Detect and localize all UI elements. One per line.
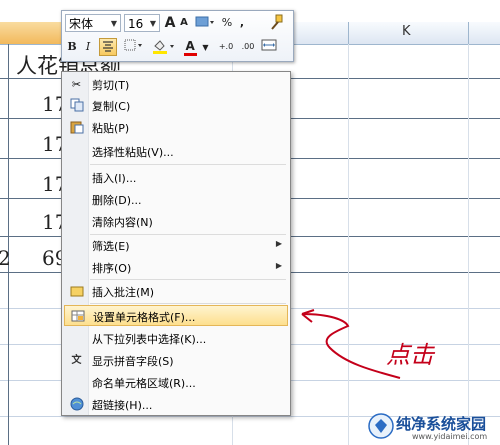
chevron-down-icon: ▼ [110,19,117,28]
comment-icon [69,284,84,299]
menu-separator [90,164,286,165]
menu-item-define-name[interactable]: 命名单元格区域(R)... [64,372,288,393]
menu-item-clear-contents[interactable]: 清除内容(N) [64,211,288,232]
format-cells-icon [70,309,85,324]
comma-icon: , [239,16,245,29]
watermark-text: 纯净系统家园 [396,415,487,433]
chevron-down-icon: ▼ [149,19,156,28]
merge-center-button[interactable] [260,38,278,56]
font-color-icon: A [183,39,197,56]
watermark-logo [368,413,394,439]
cell-styles-button[interactable] [193,14,217,32]
menu-item-label: 插入(I)... [92,172,137,185]
font-name-value: 宋体 [69,17,94,31]
menu-item-label: 筛选(E) [92,240,130,253]
font-color-button[interactable]: A ▼ [182,38,210,56]
menu-separator [90,279,286,280]
submenu-arrow-icon: ▶ [275,261,282,270]
menu-item-insert[interactable]: 插入(I)... [64,167,288,188]
format-painter-button[interactable] [266,14,286,32]
menu-item-label: 设置单元格格式(F)... [93,311,196,324]
menu-item-label: 删除(D)... [92,194,142,207]
menu-item-label: 粘贴(P) [92,122,130,135]
menu-item-sort[interactable]: 排序(O) ▶ [64,257,288,278]
fill-color-button[interactable] [150,38,178,56]
menu-item-label: 复制(C) [92,100,131,113]
selected-column-header[interactable] [0,22,65,44]
grow-font-button[interactable]: A [163,14,177,32]
increase-decimal-icon: +.0 [218,42,234,51]
context-menu: ✂ 剪切(T) 复制(C) 粘贴(P) 选择性粘贴(V)... 插入(I)...… [61,71,291,416]
font-size-select[interactable]: 16 ▼ [124,14,160,32]
shrink-font-button[interactable]: A [178,14,190,32]
menu-item-delete[interactable]: 删除(D)... [64,189,288,210]
menu-item-pick-from-list[interactable]: 从下拉列表中选择(K)... [64,328,288,349]
menu-item-insert-comment[interactable]: 插入批注(M) [64,281,288,302]
bold-icon: B [67,40,77,53]
submenu-arrow-icon: ▶ [275,239,282,248]
menu-item-paste[interactable]: 粘贴(P) [64,117,288,138]
menu-item-paste-special[interactable]: 选择性粘贴(V)... [64,141,288,162]
menu-item-label: 插入批注(M) [92,286,155,299]
cell-styles-icon [195,16,214,27]
menu-item-label: 超链接(H)... [92,399,153,412]
menu-item-label: 排序(O) [92,262,132,275]
align-center-icon [103,41,113,52]
menu-item-show-pinyin[interactable]: 文 显示拼音字段(S) [64,350,288,371]
font-name-select[interactable]: 宋体 ▼ [65,14,121,32]
column-border [8,44,9,445]
menu-item-hyperlink[interactable]: 超链接(H)... [64,394,288,415]
menu-item-label: 显示拼音字段(S) [92,355,174,368]
menu-item-label: 选择性粘贴(V)... [92,146,174,159]
menu-item-label: 清除内容(N) [92,216,153,229]
percent-style-button[interactable]: % [220,14,234,32]
shrink-font-icon: A [180,17,188,28]
pinyin-icon: 文 [71,355,82,366]
gridline [468,44,469,445]
font-size-value: 16 [128,17,144,31]
mini-toolbar: 宋体 ▼ 16 ▼ A A % , B I A ▼ +.0 .00 [61,10,294,62]
decrease-decimal-icon: .00 [241,42,255,51]
annotation-text: 点击 [386,341,434,369]
menu-item-label: 从下拉列表中选择(K)... [92,333,207,346]
borders-icon [124,39,142,51]
italic-icon: I [85,40,91,53]
increase-decimal-button[interactable]: +.0 [216,38,236,56]
watermark-url: www.yidaimei.com [412,432,488,441]
menu-item-label: 命名单元格区域(R)... [92,377,196,390]
decrease-decimal-button[interactable]: .00 [238,38,258,56]
menu-item-label: 剪切(T) [92,79,130,92]
fill-color-icon [153,40,174,54]
menu-item-copy[interactable]: 复制(C) [64,95,288,116]
comma-style-button[interactable]: , [236,14,248,32]
column-separator [468,22,469,44]
italic-button[interactable]: I [81,38,95,56]
column-header-k[interactable]: K [402,24,411,39]
grow-font-icon: A [164,15,176,31]
chevron-down-icon: ▼ [202,43,209,52]
paste-icon [69,120,84,135]
scissors-icon: ✂ [71,78,82,91]
copy-icon [69,98,84,113]
format-painter-icon [271,14,283,30]
cell-value[interactable]: 2 [0,246,11,270]
menu-item-filter[interactable]: 筛选(E) ▶ [64,235,288,256]
align-center-button[interactable] [99,38,117,56]
column-separator [348,22,349,44]
menu-separator [90,303,286,304]
percent-icon: % [221,16,233,29]
bold-button[interactable]: B [65,38,79,56]
merge-center-icon [261,39,277,51]
ribbon-edge [0,0,500,10]
borders-button[interactable] [122,38,146,56]
menu-item-format-cells[interactable]: 设置单元格格式(F)... [64,305,288,326]
menu-item-cut[interactable]: ✂ 剪切(T) [64,74,288,95]
hyperlink-icon [69,397,84,412]
